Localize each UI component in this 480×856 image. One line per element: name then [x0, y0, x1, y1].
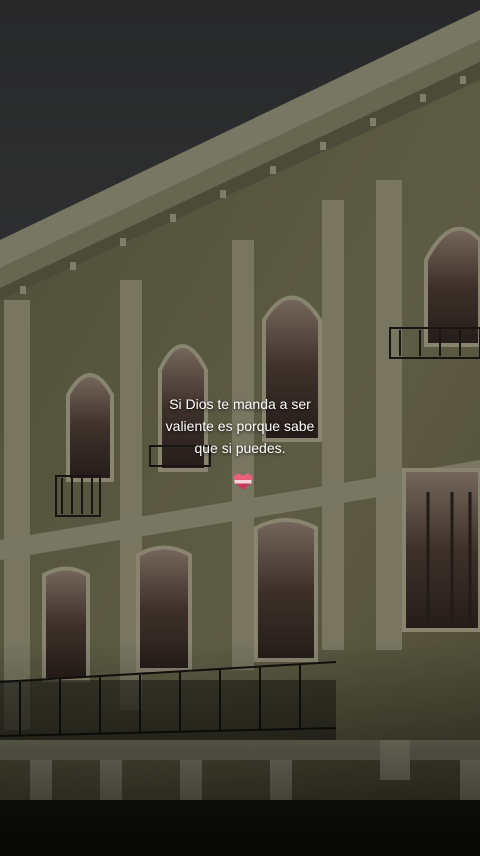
quote-text: Si Dios te manda a ser valiente es porqu… [0, 393, 480, 459]
heart-emoji-icon [233, 473, 253, 490]
quote-line: valiente es porque sabe [165, 418, 315, 434]
quote-line: que si puedes. [194, 440, 286, 456]
wallpaper-scene: Si Dios te manda a ser valiente es porqu… [0, 0, 480, 856]
quote-line: Si Dios te manda a ser [169, 396, 311, 412]
